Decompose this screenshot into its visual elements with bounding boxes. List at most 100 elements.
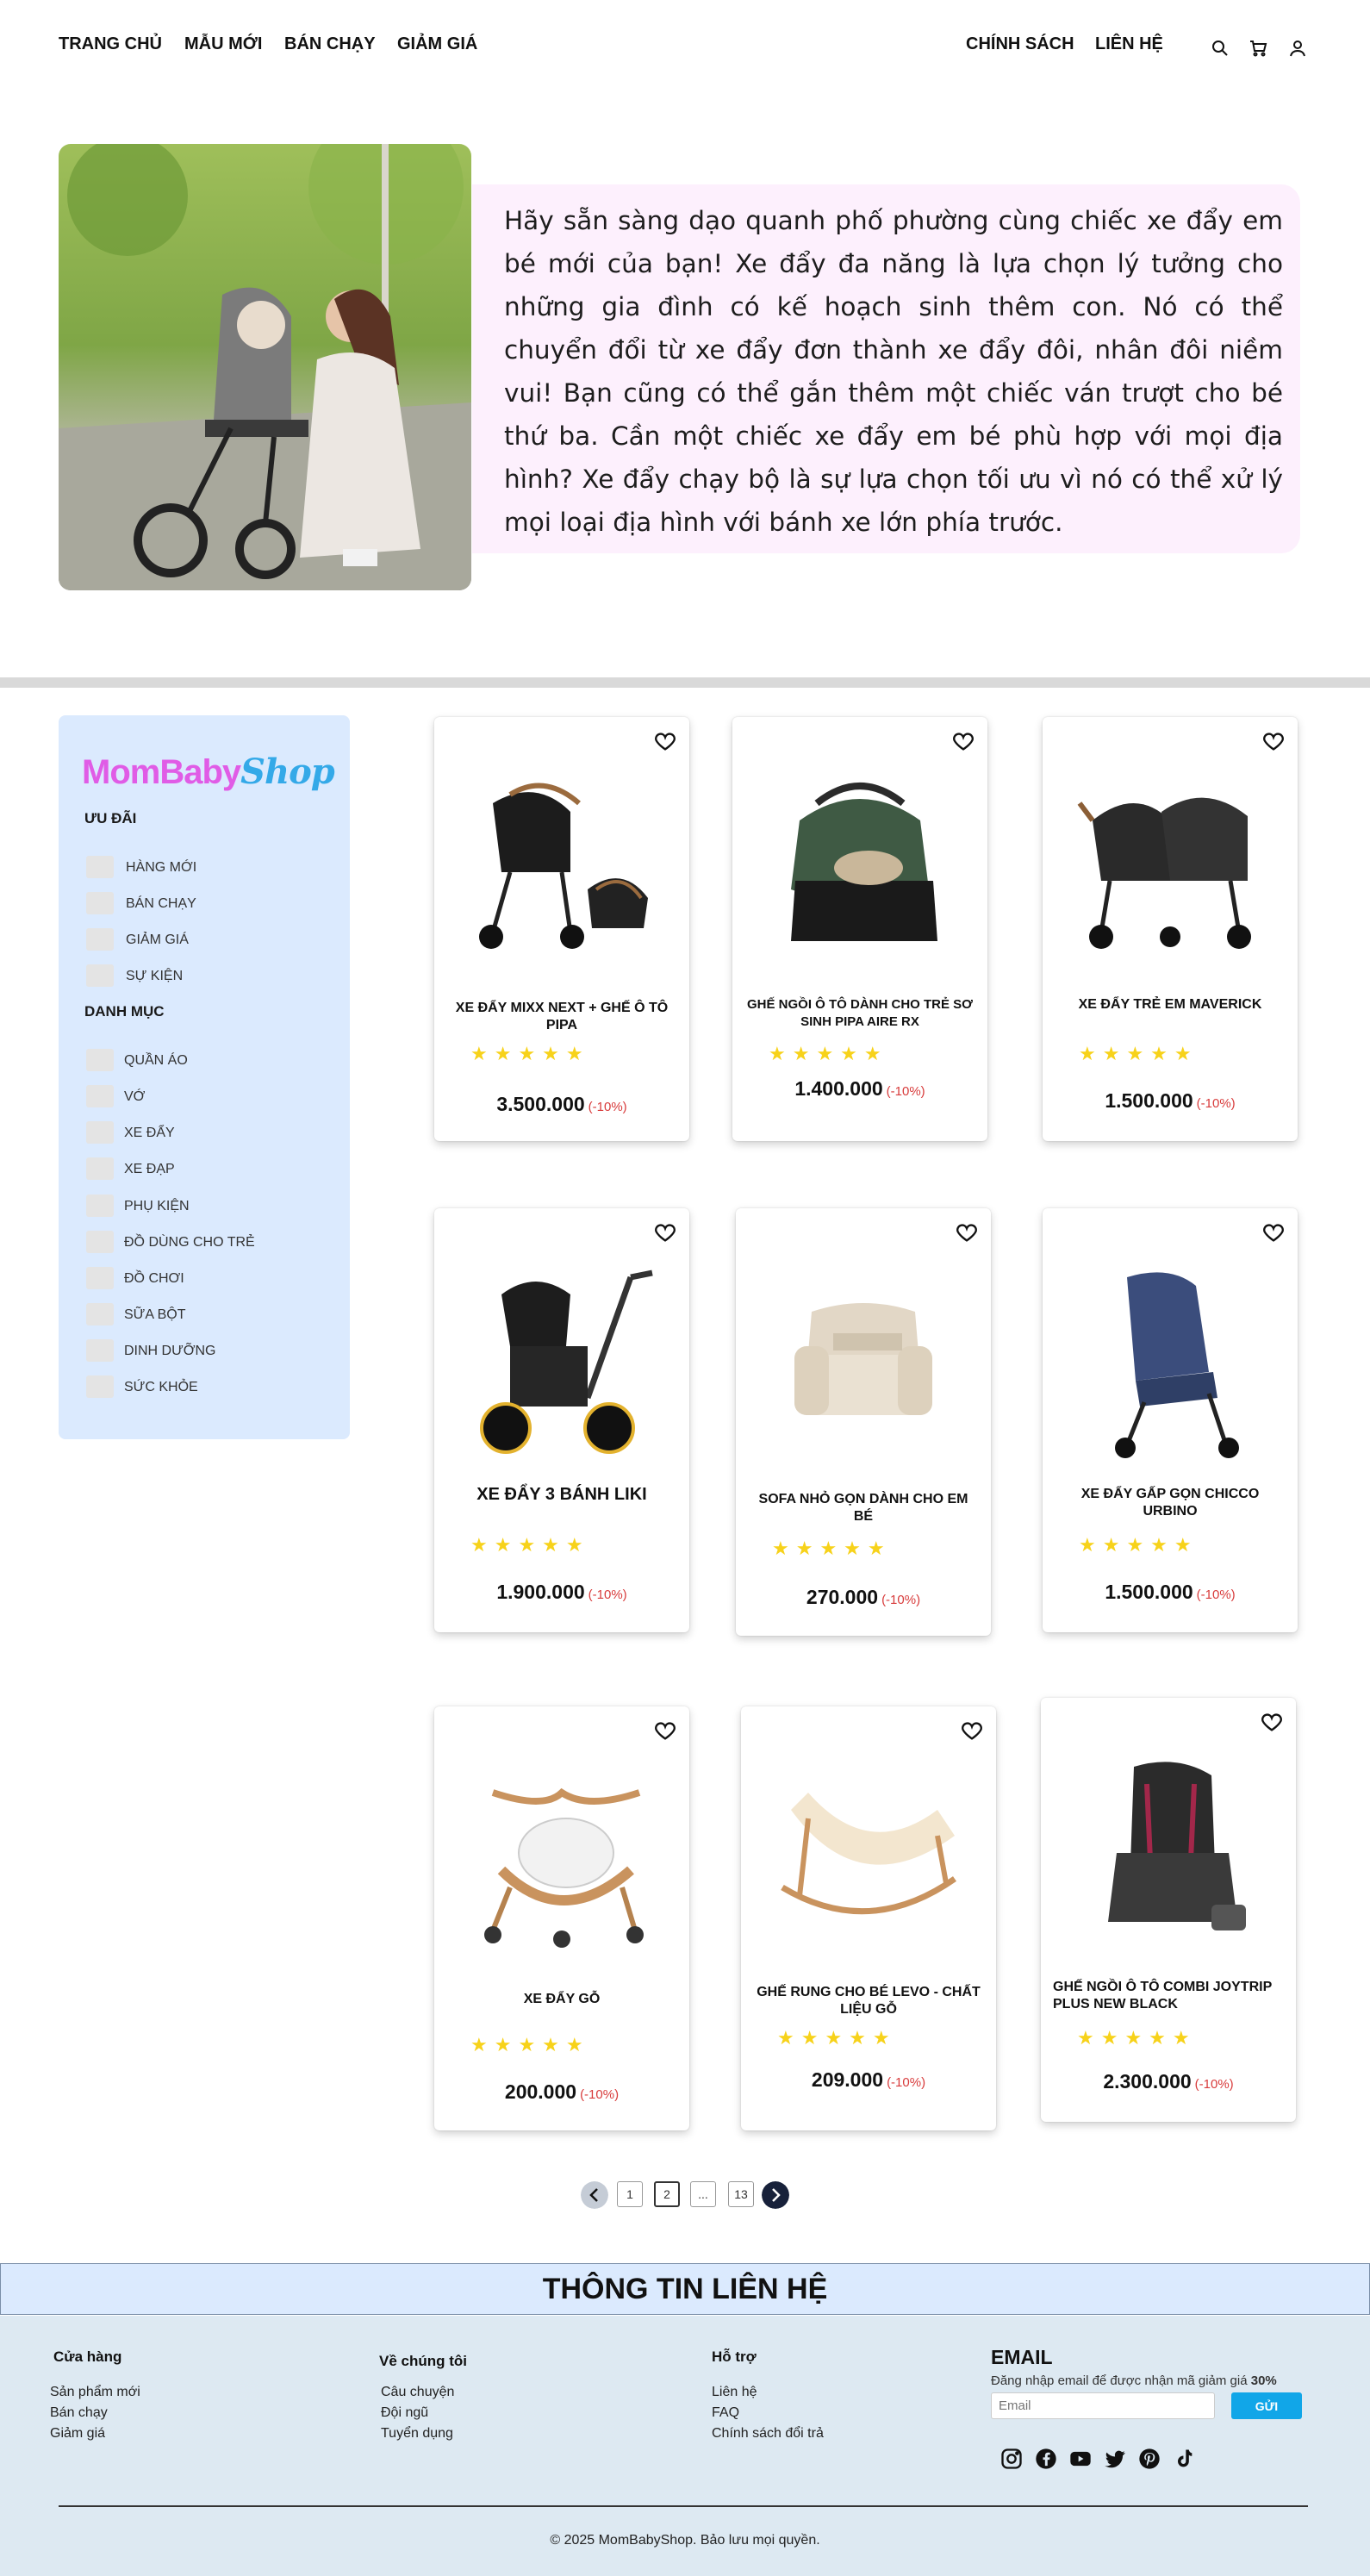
heart-icon[interactable] <box>653 729 677 753</box>
product-name[interactable]: SOFA NHỎ GỌN DÀNH CHO EM BÉ <box>748 1491 979 1525</box>
product-card[interactable]: GHẾ NGỒI Ô TÔ COMBI JOYTRIP PLUS NEW BLA… <box>1041 1698 1296 2122</box>
checkbox[interactable] <box>86 1375 114 1398</box>
heart-icon[interactable] <box>1261 1220 1286 1244</box>
product-name[interactable]: XE ĐẨY TRẺ EM MAVERICK <box>1055 996 1286 1014</box>
product-name[interactable]: GHẾ NGỒI Ô TÔ DÀNH CHO TRẺ SƠ SINH PIPA … <box>744 996 975 1031</box>
footer-link[interactable]: Tuyển dụng <box>381 2426 453 2442</box>
product-image[interactable] <box>1067 769 1273 958</box>
rating-stars: ★★★★★ <box>470 1534 590 1556</box>
product-image[interactable] <box>458 1260 665 1467</box>
checkbox[interactable] <box>86 964 114 987</box>
next-page-button[interactable] <box>762 2181 789 2209</box>
nav-sale[interactable]: GIẢM GIÁ <box>397 34 477 54</box>
heart-icon[interactable] <box>653 1220 677 1244</box>
brand-logo-part-2: Shop <box>240 752 335 792</box>
pinterest-icon[interactable] <box>1137 2447 1161 2471</box>
heart-icon[interactable] <box>960 1718 984 1743</box>
product-name[interactable]: GHẾ RUNG CHO BÉ LEVO - CHẤT LIỆU GỖ <box>753 1984 984 2018</box>
product-card[interactable]: XE ĐẨY MIXX NEXT + GHẾ Ô TÔ PIPA ★★★★★ 3… <box>434 717 689 1141</box>
product-image[interactable] <box>1065 1750 1272 1956</box>
product-card[interactable]: XE ĐẨY 3 BÁNH LIKI ★★★★★ 1.900.000 (-10%) <box>434 1208 689 1632</box>
product-card[interactable]: XE ĐẨY GẤP GỌN CHICCO URBINO ★★★★★ 1.500… <box>1043 1208 1298 1632</box>
facebook-icon[interactable] <box>1034 2447 1058 2471</box>
product-card[interactable]: GHẾ RUNG CHO BÉ LEVO - CHẤT LIỆU GỖ ★★★★… <box>741 1706 996 2130</box>
heart-icon[interactable] <box>653 1718 677 1743</box>
instagram-icon[interactable] <box>999 2447 1024 2471</box>
nav-home[interactable]: TRANG CHỦ <box>59 34 162 54</box>
heart-icon[interactable] <box>955 1220 979 1244</box>
rating-stars: ★★★★★ <box>1077 2027 1197 2049</box>
checkbox-label: BÁN CHẠY <box>126 896 196 911</box>
search-icon[interactable] <box>1210 38 1230 59</box>
prev-page-button[interactable] <box>581 2181 608 2209</box>
nav-best-sellers[interactable]: BÁN CHẠY <box>284 34 376 54</box>
checkbox[interactable] <box>86 1049 114 1071</box>
checkbox[interactable] <box>86 1267 114 1289</box>
price-discount: (-10%) <box>881 1593 921 1607</box>
checkbox[interactable] <box>86 1085 114 1107</box>
footer-link[interactable]: Giảm giá <box>50 2426 105 2442</box>
page-button[interactable]: 1 <box>617 2181 643 2207</box>
product-name[interactable]: XE ĐẨY GẤP GỌN CHICCO URBINO <box>1055 1486 1286 1520</box>
heart-icon[interactable] <box>1260 1710 1284 1734</box>
price-discount: (-10%) <box>580 2087 620 2102</box>
product-price: 200.000 (-10%) <box>434 2080 689 2104</box>
checkbox[interactable] <box>86 1303 114 1325</box>
brand-logo[interactable]: MomBabyShop <box>82 752 335 792</box>
checkbox-label: SỨC KHỎE <box>124 1380 198 1394</box>
checkbox[interactable] <box>86 892 114 914</box>
footer-link[interactable]: FAQ <box>712 2405 739 2421</box>
product-card[interactable]: XE ĐẨY TRẺ EM MAVERICK ★★★★★ 1.500.000 (-… <box>1043 717 1298 1141</box>
footer-link[interactable]: Câu chuyện <box>381 2385 454 2400</box>
page-button[interactable]: 13 <box>728 2181 754 2207</box>
youtube-icon[interactable] <box>1068 2447 1093 2471</box>
cart-icon[interactable] <box>1248 38 1268 59</box>
nav-contact[interactable]: LIÊN HỆ <box>1095 34 1163 54</box>
page-button-current[interactable]: 2 <box>654 2181 680 2207</box>
footer-link[interactable]: Liên hệ <box>712 2385 757 2400</box>
product-image[interactable] <box>1067 1260 1273 1467</box>
footer-link[interactable]: Bán chạy <box>50 2405 108 2421</box>
footer-link[interactable]: Đội ngũ <box>381 2405 428 2421</box>
email-input[interactable] <box>991 2392 1215 2419</box>
product-card[interactable]: GHẾ NGỒI Ô TÔ DÀNH CHO TRẺ SƠ SINH PIPA … <box>732 717 987 1141</box>
user-icon[interactable] <box>1287 38 1308 59</box>
checkbox[interactable] <box>86 1231 114 1253</box>
product-card[interactable]: SOFA NHỎ GỌN DÀNH CHO EM BÉ ★★★★★ 270.00… <box>736 1208 991 1636</box>
product-name[interactable]: XE ĐẨY MIXX NEXT + GHẾ Ô TÔ PIPA <box>446 1000 677 1034</box>
footer-col-about-title: Về chúng tôi <box>379 2353 467 2369</box>
product-name[interactable]: XE ĐẨY 3 BÁNH LIKI <box>446 1486 677 1503</box>
footer-link[interactable]: Sản phẩm mới <box>50 2385 140 2400</box>
tiktok-icon[interactable] <box>1172 2447 1196 2471</box>
email-submit-button[interactable]: GỬI <box>1231 2392 1302 2419</box>
nav-policy[interactable]: CHÍNH SÁCH <box>966 34 1074 54</box>
heart-icon[interactable] <box>1261 729 1286 753</box>
product-name[interactable]: XE ĐẨY GỖ <box>446 1991 677 2008</box>
checkbox[interactable] <box>86 1157 114 1180</box>
product-name[interactable]: GHẾ NGỒI Ô TÔ COMBI JOYTRIP PLUS NEW BLA… <box>1053 1979 1284 2013</box>
price-discount: (-10%) <box>588 1587 627 1602</box>
product-image[interactable] <box>757 769 963 958</box>
heart-icon[interactable] <box>951 729 975 753</box>
nav-new-models[interactable]: MẪU MỚI <box>184 34 262 54</box>
rating-stars: ★★★★★ <box>772 1537 892 1559</box>
product-price: 209.000 (-10%) <box>741 2068 996 2092</box>
product-image[interactable] <box>458 1758 665 1965</box>
checkbox[interactable] <box>86 1121 114 1144</box>
checkbox[interactable] <box>86 856 114 878</box>
filter-sidebar: MomBabyShop ƯU ĐÃI HÀNG MỚI BÁN CHẠY GIẢ… <box>59 715 350 1439</box>
product-image[interactable] <box>760 1260 967 1450</box>
product-card[interactable]: XE ĐẨY GỖ ★★★★★ 200.000 (-10%) <box>434 1706 689 2130</box>
footer-link[interactable]: Chính sách đổi trả <box>712 2426 824 2442</box>
checkbox[interactable] <box>86 928 114 951</box>
checkbox-label: DINH DƯỠNG <box>124 1344 216 1358</box>
checkbox-label: XE ĐẠP <box>124 1162 175 1176</box>
checkbox[interactable] <box>86 1194 114 1217</box>
top-nav: TRANG CHỦ MẪU MỚI BÁN CHẠY GIẢM GIÁ CHÍN… <box>0 0 1370 93</box>
product-image[interactable] <box>458 769 665 958</box>
twitter-icon[interactable] <box>1103 2447 1127 2471</box>
product-image[interactable] <box>765 1758 972 1948</box>
section-divider <box>0 677 1370 688</box>
checkbox[interactable] <box>86 1339 114 1362</box>
price-discount: (-10%) <box>1196 1587 1236 1602</box>
